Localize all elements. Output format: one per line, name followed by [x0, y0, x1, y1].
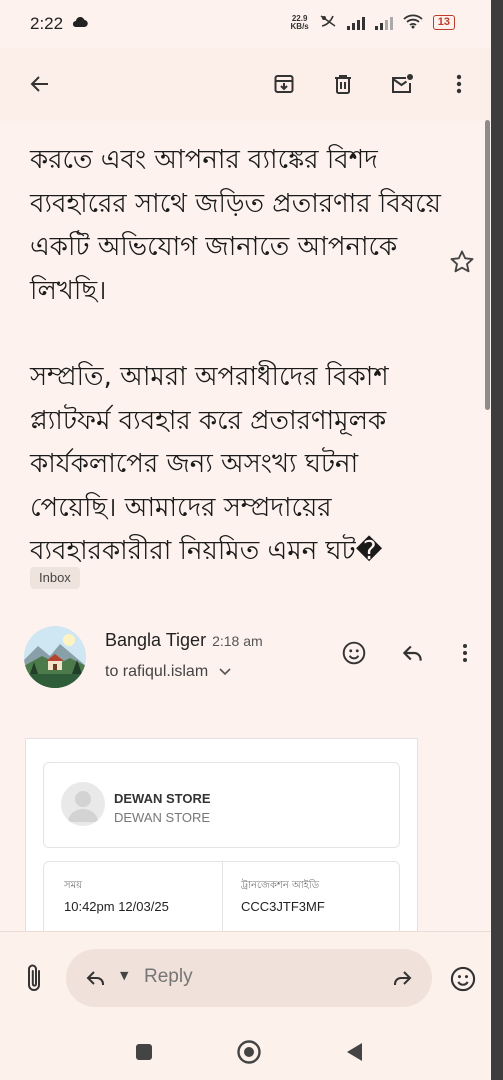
- back-nav-icon[interactable]: [340, 1038, 368, 1066]
- add-reaction-icon[interactable]: [339, 638, 369, 668]
- reply-box[interactable]: ▼: [66, 949, 432, 1007]
- recents-nav-icon[interactable]: [130, 1038, 158, 1066]
- chevron-down-icon: [219, 663, 231, 681]
- scrollbar[interactable]: [485, 120, 490, 410]
- body-paragraph: করতে এবং আপনার ব্যাঙ্কের বিশদ ব্যবহারের …: [30, 145, 441, 306]
- status-time: 2:22: [30, 14, 64, 33]
- message-more-icon[interactable]: [450, 638, 480, 668]
- gmail-message-screen: 2:22 22.9 KB/s 13 করতে এবং আপনার ব্যাঙ্ক…: [0, 0, 503, 1080]
- avatar[interactable]: [24, 626, 86, 688]
- star-icon[interactable]: [448, 248, 476, 276]
- back-arrow-icon[interactable]: [22, 66, 58, 102]
- store-name: DEWAN STORE: [114, 791, 211, 806]
- reply-type-dropdown-icon[interactable]: ▼: [120, 969, 128, 982]
- time-value: 10:42pm 12/03/25: [64, 899, 169, 914]
- store-avatar-icon: [61, 782, 105, 826]
- store-box: DEWAN STORE DEWAN STORE: [43, 762, 400, 848]
- delete-icon[interactable]: [325, 66, 361, 102]
- store-subtitle: DEWAN STORE: [114, 810, 211, 825]
- status-icons: 22.9 KB/s 13: [291, 13, 455, 32]
- reply-icon[interactable]: [398, 638, 428, 668]
- screen-edge: [491, 0, 503, 1080]
- signal-2-icon: [374, 16, 393, 30]
- more-vert-icon[interactable]: [441, 66, 477, 102]
- reply-arrow-icon[interactable]: [84, 966, 108, 990]
- time-label: সময়: [64, 880, 83, 891]
- recipient-text: to rafiqul.islam: [105, 663, 209, 681]
- archive-icon[interactable]: [266, 66, 302, 102]
- emoji-icon[interactable]: [449, 965, 477, 993]
- transaction-id-label: ট্রানজেকশন আইডি: [241, 880, 320, 891]
- reply-input[interactable]: [144, 966, 344, 988]
- cloud-icon: [72, 16, 88, 32]
- home-nav-icon[interactable]: [235, 1038, 263, 1066]
- attachment-icon[interactable]: [22, 962, 48, 994]
- inbox-label-chip[interactable]: Inbox: [30, 567, 80, 589]
- transaction-id-value: CCC3JTF3MF: [241, 899, 325, 914]
- signal-1-icon: [346, 16, 365, 30]
- network-speed: 22.9 KB/s: [290, 14, 309, 31]
- email-body: করতে এবং আপনার ব্যাঙ্কের বিশদ ব্যবহারের …: [30, 108, 450, 574]
- status-bar: 2:22 22.9 KB/s 13: [0, 0, 491, 48]
- scroll-fade: [0, 108, 491, 126]
- battery-indicator: 13: [432, 15, 455, 30]
- sender-name: Bangla Tiger: [105, 630, 207, 650]
- forward-icon[interactable]: [390, 966, 414, 990]
- mark-unread-icon[interactable]: [384, 66, 420, 102]
- recipient-dropdown[interactable]: to rafiqul.islam: [105, 663, 231, 681]
- network-speed-unit: KB/s: [290, 21, 309, 31]
- body-paragraph: সম্প্রতি, আমরা অপরাধীদের বিকাশ প্ল্যাটফর…: [30, 362, 389, 566]
- reply-bar: ▼: [0, 931, 491, 1080]
- sender-line[interactable]: Bangla Tiger 2:18 am: [105, 630, 263, 651]
- volte-icon: [319, 13, 337, 32]
- receipt-card: DEWAN STORE DEWAN STORE সময় 10:42pm 12/…: [25, 738, 418, 953]
- message-time: 2:18 am: [212, 633, 263, 649]
- wifi-icon: [403, 13, 423, 32]
